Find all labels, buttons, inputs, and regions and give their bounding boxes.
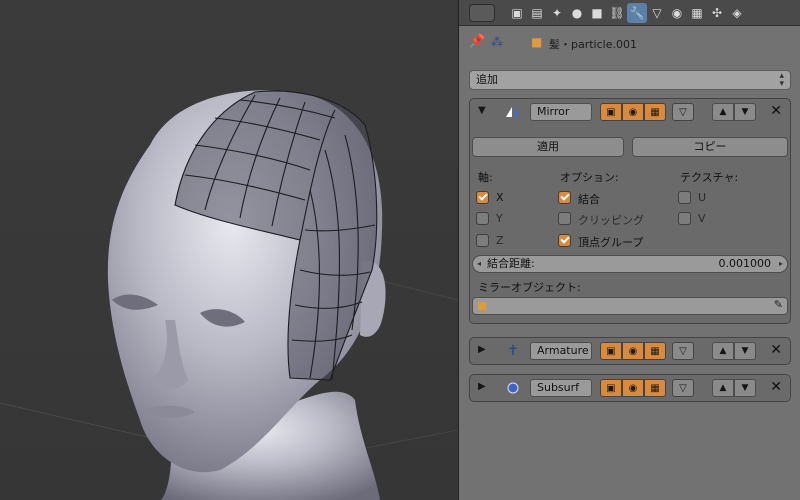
scene-tab-icon[interactable]: ✦ — [547, 3, 567, 23]
world-tab-icon[interactable]: ● — [567, 3, 587, 23]
viewport-scene — [0, 0, 458, 500]
mirror-object-label: ミラーオブジェクト: — [478, 281, 581, 294]
merge-distance-label: 結合距離: — [487, 257, 535, 270]
context-object-name: 髪・particle.001 — [549, 38, 637, 51]
texture-u-checkbox[interactable] — [678, 191, 691, 204]
axis-heading: 軸: — [478, 171, 493, 184]
cage-toggle-icon[interactable]: ▽ — [672, 342, 694, 360]
render-toggle-camera-icon[interactable]: ▣ — [600, 342, 622, 360]
mirror-modifier-icon — [504, 103, 522, 121]
cage-toggle-icon[interactable]: ▽ — [672, 103, 694, 121]
mirror-modifier-panel: ▼ Mirror ▣ ◉ ▦ ▽ ▲ ▼ ✕ 適用 コピー 軸: オプション: … — [469, 98, 791, 324]
axis-y-label: Y — [496, 212, 503, 225]
constraints-tab-icon[interactable]: ⛓ — [607, 3, 627, 23]
editmode-toggle-icon[interactable]: ▦ — [644, 379, 666, 397]
axis-y-checkbox[interactable] — [476, 212, 489, 225]
subsurf-modifier-header: ▶ Subsurf ▣ ◉ ▦ ▽ ▲ ▼ ✕ — [470, 375, 790, 401]
physics-tab-icon[interactable]: ◈ — [727, 3, 747, 23]
expand-triangle-icon[interactable]: ▶ — [478, 381, 486, 392]
texture-v-label: V — [698, 212, 706, 225]
material-tab-icon[interactable]: ◉ — [667, 3, 687, 23]
move-up-arrow-icon[interactable]: ▲ — [712, 379, 734, 397]
move-down-arrow-icon[interactable]: ▼ — [734, 103, 756, 121]
axis-z-checkbox[interactable] — [476, 234, 489, 247]
decrement-arrow-icon[interactable]: ◂ — [477, 256, 481, 272]
merge-checkbox[interactable] — [558, 191, 571, 204]
mirror-modifier-name-field[interactable]: Mirror — [530, 103, 592, 121]
move-up-arrow-icon[interactable]: ▲ — [712, 342, 734, 360]
texture-u-label: U — [698, 191, 707, 204]
axis-x-checkbox[interactable] — [476, 191, 489, 204]
move-down-arrow-icon[interactable]: ▼ — [734, 379, 756, 397]
armature-modifier-panel: ▶ ✝ Armature ▣ ◉ ▦ ▽ ▲ ▼ ✕ — [469, 337, 791, 365]
pin-icon[interactable]: 📌 — [469, 34, 485, 49]
subsurf-modifier-panel: ▶ Subsurf ▣ ◉ ▦ ▽ ▲ ▼ ✕ — [469, 374, 791, 402]
axis-x-label: X — [496, 191, 504, 204]
vertex-groups-label: 頂点グループ — [578, 236, 644, 249]
properties-panel: ▣ ▤ ✦ ● ■ ⛓ 🔧 ▽ ◉ ▦ ✣ ◈ 📌 ⁂ ■ 髪・particle… — [458, 0, 800, 500]
armature-modifier-name-field[interactable]: Armature — [530, 342, 592, 360]
remove-modifier-close-icon[interactable]: ✕ — [770, 103, 782, 119]
mirror-object-field[interactable]: ■ ✎ — [472, 297, 788, 315]
particles-tab-icon[interactable]: ✣ — [707, 3, 727, 23]
context-breadcrumb: 📌 ⁂ ■ 髪・particle.001 — [459, 26, 800, 60]
object-cube-icon: ■ — [477, 299, 488, 312]
dropdown-arrows-icon: ▴ ▾ — [779, 71, 784, 89]
modifiers-tab-icon[interactable]: 🔧 — [627, 3, 647, 23]
editor-type-menu-button[interactable] — [469, 4, 495, 22]
merge-distance-value: 0.001000 — [718, 257, 772, 270]
armature-modifier-header: ▶ ✝ Armature ▣ ◉ ▦ ▽ ▲ ▼ ✕ — [470, 338, 790, 364]
render-layers-tab-icon[interactable]: ▤ — [527, 3, 547, 23]
subsurf-modifier-icon — [504, 379, 522, 397]
texture-tab-icon[interactable]: ▦ — [687, 3, 707, 23]
render-toggle-camera-icon[interactable]: ▣ — [600, 103, 622, 121]
increment-arrow-icon[interactable]: ▸ — [779, 256, 783, 272]
mirror-modifier-header: ▼ Mirror ▣ ◉ ▦ ▽ ▲ ▼ ✕ — [470, 99, 790, 125]
cage-toggle-icon[interactable]: ▽ — [672, 379, 694, 397]
texture-v-checkbox[interactable] — [678, 212, 691, 225]
axis-z-label: Z — [496, 234, 504, 247]
add-modifier-label: 追加 — [476, 73, 498, 86]
merge-label: 結合 — [578, 193, 600, 206]
apply-button[interactable]: 適用 — [472, 137, 624, 157]
options-heading: オプション: — [560, 171, 619, 184]
viewport-toggle-eye-icon[interactable]: ◉ — [622, 342, 644, 360]
collapse-triangle-icon[interactable]: ▼ — [478, 105, 486, 116]
vertex-groups-checkbox[interactable] — [558, 234, 571, 247]
object-cube-icon: ■ — [531, 35, 543, 49]
properties-tab-bar: ▣ ▤ ✦ ● ■ ⛓ 🔧 ▽ ◉ ▦ ✣ ◈ — [459, 0, 800, 26]
expand-triangle-icon[interactable]: ▶ — [478, 344, 486, 355]
copy-button[interactable]: コピー — [632, 137, 788, 157]
armature-modifier-icon: ✝ — [507, 343, 519, 359]
editmode-toggle-icon[interactable]: ▦ — [644, 342, 666, 360]
editmode-toggle-icon[interactable]: ▦ — [644, 103, 666, 121]
render-toggle-camera-icon[interactable]: ▣ — [600, 379, 622, 397]
move-down-arrow-icon[interactable]: ▼ — [734, 342, 756, 360]
render-tab-icon[interactable]: ▣ — [507, 3, 527, 23]
data-tab-icon[interactable]: ▽ — [647, 3, 667, 23]
remove-modifier-close-icon[interactable]: ✕ — [770, 342, 782, 358]
remove-modifier-close-icon[interactable]: ✕ — [770, 379, 782, 395]
clipping-label: クリッピング — [578, 214, 644, 227]
3d-viewport[interactable] — [0, 0, 458, 500]
object-tab-icon[interactable]: ■ — [587, 3, 607, 23]
viewport-toggle-eye-icon[interactable]: ◉ — [622, 379, 644, 397]
textures-heading: テクスチャ: — [680, 171, 739, 184]
move-up-arrow-icon[interactable]: ▲ — [712, 103, 734, 121]
viewport-toggle-eye-icon[interactable]: ◉ — [622, 103, 644, 121]
add-modifier-dropdown[interactable]: 追加 ▴ ▾ — [469, 70, 791, 90]
object-data-icon: ⁂ — [491, 35, 503, 49]
clipping-checkbox[interactable] — [558, 212, 571, 225]
eyedropper-icon[interactable]: ✎ — [774, 298, 783, 311]
merge-distance-field[interactable]: ◂ 結合距離: 0.001000 ▸ — [472, 255, 788, 273]
subsurf-modifier-name-field[interactable]: Subsurf — [530, 379, 592, 397]
